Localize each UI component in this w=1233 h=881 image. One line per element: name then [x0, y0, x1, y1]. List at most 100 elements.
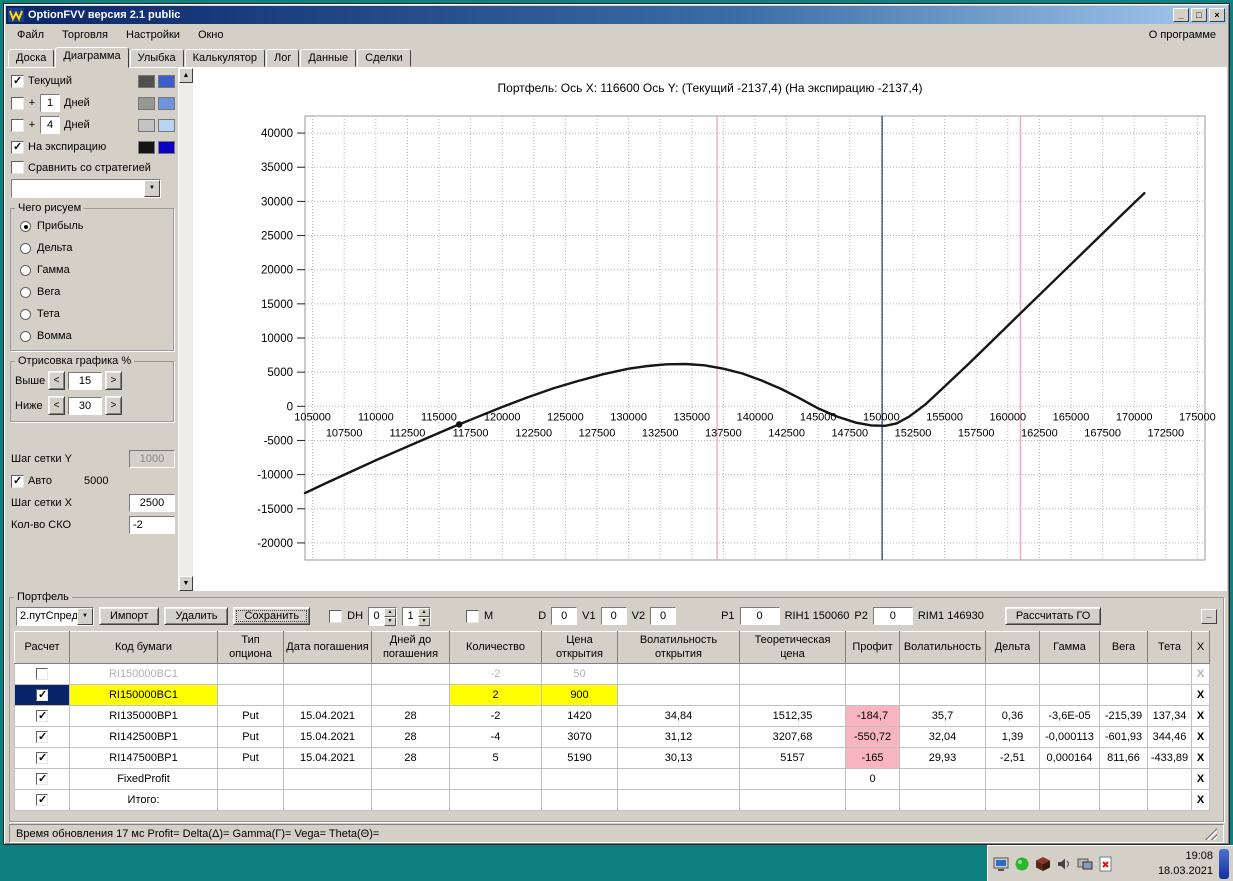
- dh-checkbox[interactable]: [329, 609, 343, 623]
- row-cell-price[interactable]: 900: [541, 684, 618, 706]
- draw-option[interactable]: Прибыль: [15, 215, 169, 237]
- scroll-up-icon[interactable]: ▲: [179, 68, 193, 83]
- row-calc-cell[interactable]: [14, 663, 70, 685]
- row-cell-vol[interactable]: [899, 684, 986, 706]
- days-input[interactable]: 4: [40, 116, 60, 134]
- color-swatch[interactable]: [158, 74, 175, 88]
- row-cell-profit[interactable]: -184,7: [845, 705, 900, 727]
- column-header[interactable]: Профит: [845, 631, 900, 664]
- row-checkbox[interactable]: [36, 688, 48, 701]
- row-cell-days[interactable]: [371, 789, 450, 811]
- row-cell-type[interactable]: Put: [217, 747, 284, 769]
- column-header[interactable]: Дельта: [985, 631, 1040, 664]
- tab-item[interactable]: Лог: [266, 49, 300, 67]
- row-cell-delta[interactable]: [985, 789, 1040, 811]
- row-cell-profit[interactable]: [845, 663, 900, 685]
- row-code-cell[interactable]: Итого:: [69, 789, 218, 811]
- row-cell-vol_open[interactable]: 34,84: [617, 705, 740, 727]
- row-cell-type[interactable]: Put: [217, 705, 284, 727]
- menu-about[interactable]: О программе: [1140, 26, 1225, 44]
- minimize-button[interactable]: _: [1173, 8, 1189, 22]
- row-cell-vega[interactable]: [1099, 684, 1148, 706]
- menu-item[interactable]: Настройки: [117, 26, 189, 44]
- tray-clock[interactable]: 19:08 18.03.2021: [1158, 849, 1213, 878]
- row-cell-theta[interactable]: [1147, 663, 1192, 685]
- row-cell-date[interactable]: 15.04.2021: [283, 705, 372, 727]
- draw-option[interactable]: Вега: [15, 281, 169, 303]
- row-cell-qty[interactable]: [449, 789, 542, 811]
- tab-item[interactable]: Доска: [8, 49, 55, 67]
- row-cell-delta[interactable]: [985, 684, 1040, 706]
- row-cell-theo[interactable]: [739, 684, 846, 706]
- grid-step-y-input[interactable]: 1000: [129, 450, 175, 468]
- resize-grip[interactable]: [1205, 827, 1217, 840]
- above-increase-button[interactable]: >: [105, 371, 122, 390]
- row-delete-button[interactable]: X: [1191, 726, 1210, 748]
- row-delete-button[interactable]: X: [1191, 747, 1210, 769]
- radio-button[interactable]: [20, 264, 31, 276]
- column-header[interactable]: Тип опциона: [217, 631, 284, 664]
- display-icon[interactable]: [992, 855, 1010, 873]
- row-cell-theta[interactable]: 344,46: [1147, 726, 1192, 748]
- row-cell-date[interactable]: [283, 789, 372, 811]
- draw-option[interactable]: Тета: [15, 303, 169, 325]
- tab-active[interactable]: Диаграмма: [55, 47, 129, 68]
- row-cell-qty[interactable]: -4: [449, 726, 542, 748]
- row-calc-cell[interactable]: [14, 684, 70, 706]
- row-cell-theo[interactable]: 3207,68: [739, 726, 846, 748]
- m-checkbox[interactable]: [466, 609, 480, 623]
- package-icon[interactable]: [1034, 855, 1052, 873]
- row-cell-delta[interactable]: 0,36: [985, 705, 1040, 727]
- compare-checkbox[interactable]: [11, 161, 24, 174]
- column-header[interactable]: Волатильность открытия: [617, 631, 740, 664]
- tab-item[interactable]: Сделки: [357, 49, 411, 67]
- row-cell-vega[interactable]: [1099, 768, 1148, 790]
- row-cell-qty[interactable]: -2: [449, 663, 542, 685]
- row-cell-vol[interactable]: 35,7: [899, 705, 986, 727]
- maximize-button[interactable]: □: [1191, 8, 1207, 22]
- error-icon[interactable]: [1097, 855, 1115, 873]
- radio-button[interactable]: [20, 220, 31, 232]
- below-decrease-button[interactable]: <: [48, 396, 65, 415]
- row-cell-price[interactable]: [541, 768, 618, 790]
- row-cell-vega[interactable]: -601,93: [1099, 726, 1148, 748]
- color-swatch[interactable]: [158, 96, 175, 110]
- p2-input[interactable]: 0: [872, 607, 913, 625]
- profit-chart[interactable]: 40000 35000 30000 25000 20000 15000 10000 5000 0…: [193, 100, 1225, 578]
- import-button[interactable]: Импорт: [99, 607, 160, 625]
- spin-up-icon[interactable]: ▲: [384, 607, 397, 617]
- column-header[interactable]: Волатильность: [899, 631, 986, 664]
- row-calc-cell[interactable]: [14, 726, 70, 748]
- calc-margin-button[interactable]: Рассчитать ГО: [1004, 607, 1102, 625]
- row-cell-date[interactable]: [283, 663, 372, 685]
- preset-select[interactable]: 2.путСпред ▼: [16, 606, 94, 626]
- d-input[interactable]: 0: [551, 607, 578, 625]
- row-cell-vol[interactable]: 29,93: [899, 747, 986, 769]
- row-cell-date[interactable]: [283, 684, 372, 706]
- row-cell-vega[interactable]: [1099, 663, 1148, 685]
- row-calc-cell[interactable]: [14, 705, 70, 727]
- row-calc-cell[interactable]: [14, 747, 70, 769]
- row-cell-date[interactable]: 15.04.2021: [283, 747, 372, 769]
- radio-button[interactable]: [20, 330, 31, 342]
- color-swatch[interactable]: [138, 96, 155, 110]
- menu-item[interactable]: Торговля: [53, 26, 117, 44]
- row-cell-vol_open[interactable]: 30,13: [617, 747, 740, 769]
- column-header[interactable]: Количество: [449, 631, 542, 664]
- row-cell-gamma[interactable]: [1039, 789, 1100, 811]
- row-cell-theo[interactable]: [739, 768, 846, 790]
- row-code-cell[interactable]: RI147500BP1: [69, 747, 218, 769]
- row-code-cell[interactable]: RI150000BC1: [69, 663, 218, 685]
- spin-up-icon[interactable]: ▲: [418, 607, 431, 617]
- row-cell-qty[interactable]: 2: [449, 684, 542, 706]
- row-cell-days[interactable]: [371, 768, 450, 790]
- row-cell-type[interactable]: Put: [217, 726, 284, 748]
- title-bar[interactable]: OptionFVV версия 2.1 public _ □ ×: [6, 6, 1227, 24]
- p1-input[interactable]: 0: [739, 607, 780, 625]
- menu-item[interactable]: Окно: [189, 26, 233, 44]
- row-cell-type[interactable]: [217, 789, 284, 811]
- v1-input[interactable]: 0: [600, 607, 627, 625]
- spin-down-icon[interactable]: ▼: [418, 616, 431, 626]
- row-cell-qty[interactable]: 5: [449, 747, 542, 769]
- color-swatch[interactable]: [158, 118, 175, 132]
